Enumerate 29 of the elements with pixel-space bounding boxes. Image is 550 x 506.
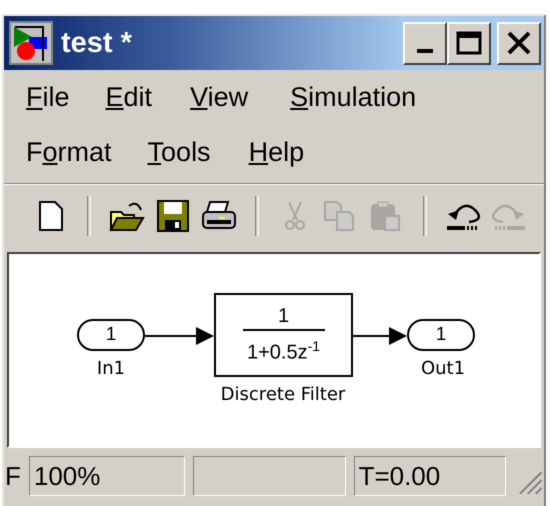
numerator: 1	[278, 304, 290, 329]
menu-item[interactable]: Simulation	[280, 82, 426, 113]
inport-block: 1	[77, 319, 145, 351]
maximize-button[interactable]	[447, 22, 491, 64]
folder-icon	[109, 200, 145, 232]
minimize-icon	[417, 49, 433, 53]
menu-item[interactable]: Help	[238, 137, 314, 168]
outport-block: 1	[407, 319, 475, 351]
menu-item[interactable]: Format	[16, 137, 122, 168]
close-button[interactable]	[497, 22, 541, 64]
printer-icon	[201, 200, 237, 232]
time-status: T=0.00	[354, 456, 506, 496]
menu-item[interactable]: File	[16, 82, 80, 113]
scissors-icon	[284, 200, 306, 232]
menu-item[interactable]: View	[180, 82, 258, 113]
denominator: 1+0.5z$^{-1}$	[246, 336, 320, 366]
zoom-status: 100%	[28, 456, 185, 496]
maximize-icon	[456, 31, 482, 55]
status-text: F	[5, 460, 21, 492]
minimize-button[interactable]	[403, 22, 447, 64]
app-icon	[9, 21, 53, 65]
document-icon	[38, 200, 64, 232]
block-label: Discrete Filter	[220, 384, 346, 405]
block-label: In1	[96, 358, 126, 379]
menu-item[interactable]: Edit	[96, 82, 162, 113]
menu-item[interactable]: Tools	[138, 137, 221, 168]
window-title: test *	[61, 26, 133, 60]
close-icon	[506, 31, 532, 55]
block-label: Out1	[420, 358, 466, 379]
